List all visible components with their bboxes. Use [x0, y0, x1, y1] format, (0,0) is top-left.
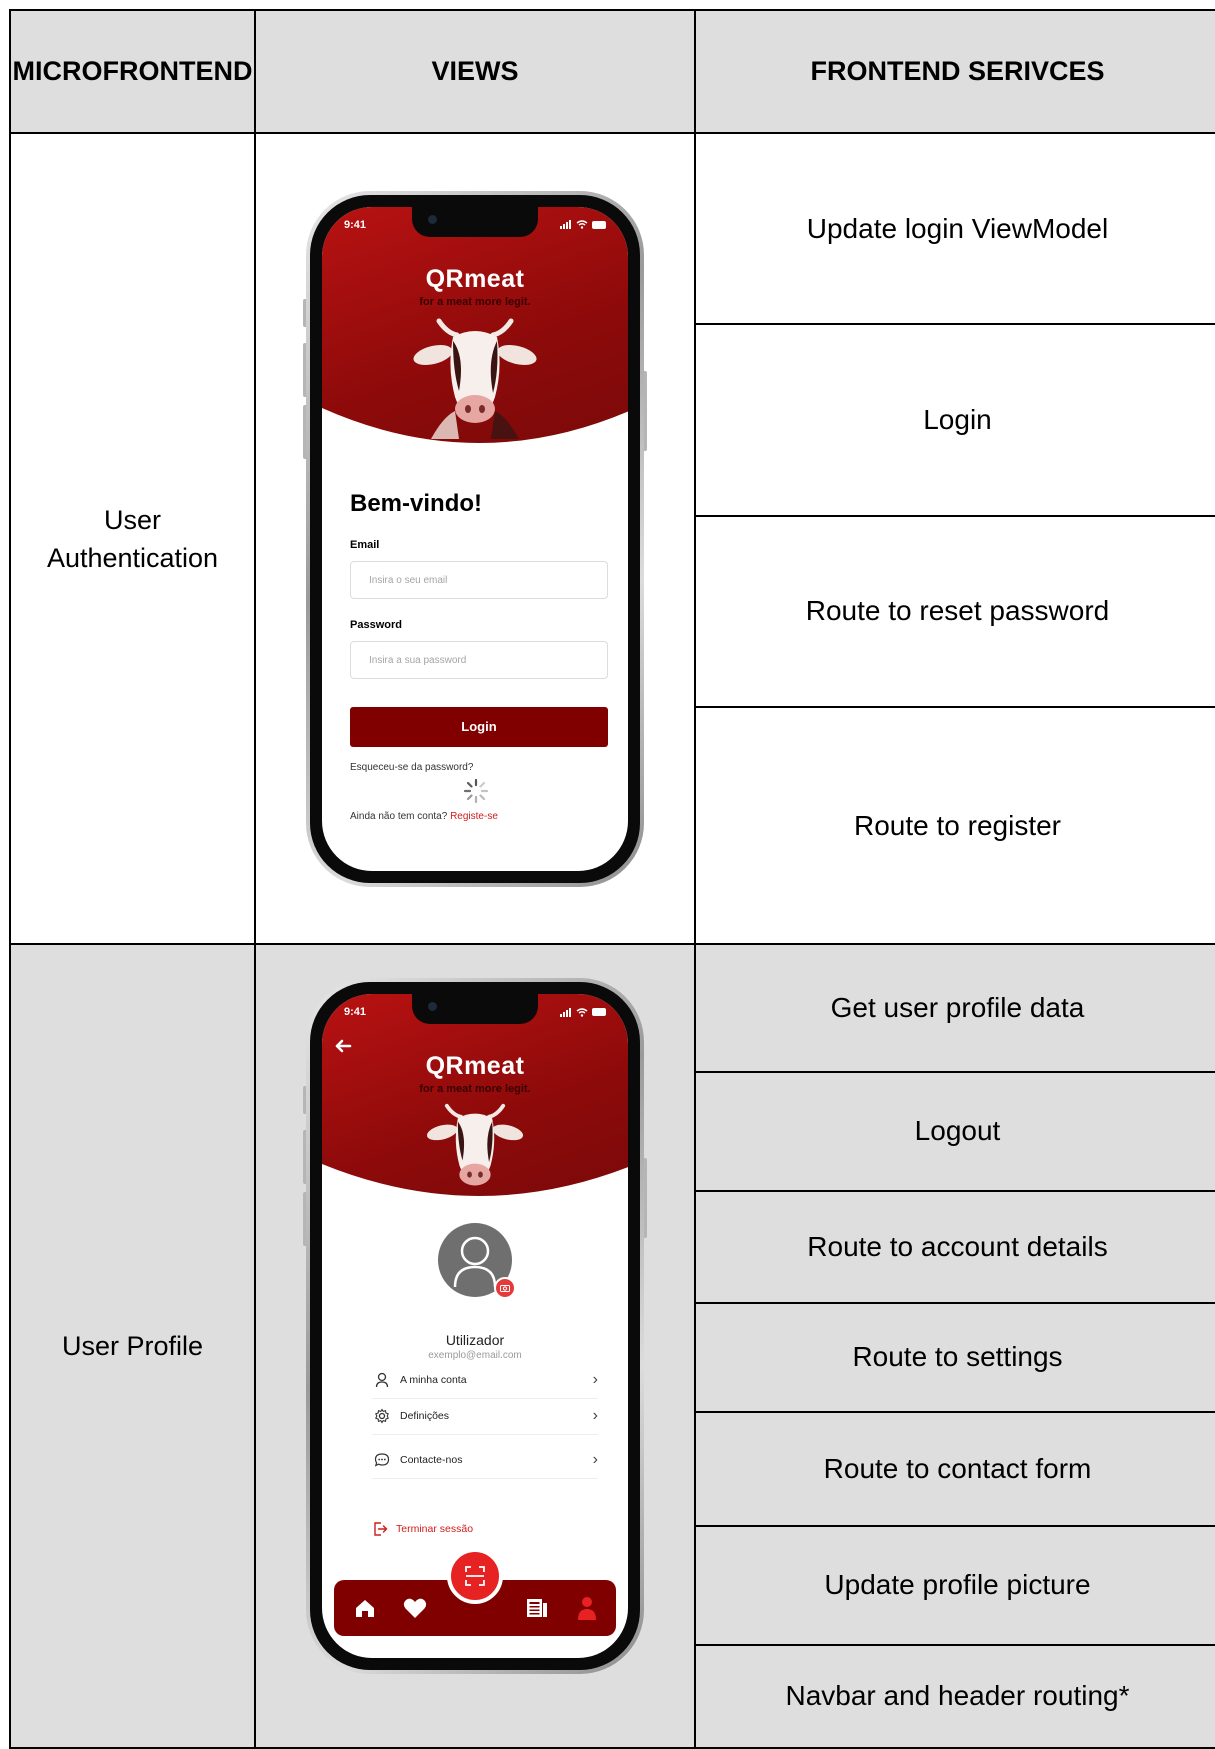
profile-screen: 9:41 QRmeat for a meat more legit. Utili…	[322, 994, 628, 1659]
scan-icon	[465, 1566, 485, 1587]
table-header-row: MICROFRONTEND VIEWS FRONTEND SERIVCES	[9, 8, 1215, 135]
signal-icon	[560, 1007, 571, 1017]
header-microfrontend: MICROFRONTEND	[9, 8, 256, 135]
menu-item-label: Contacte-nos	[400, 1454, 463, 1467]
register-link[interactable]: Registe-se	[450, 811, 498, 822]
hero-banner: QRmeat for a meat more legit.	[322, 994, 628, 1201]
menu-item-label: A minha conta	[400, 1374, 467, 1387]
view-cell: 9:41 QRmeat for a meat more legit. Utili…	[254, 943, 696, 1749]
no-account-text: Ainda não tem conta?	[350, 810, 448, 822]
hero-banner: QRmeat for a meat more legit.	[322, 206, 628, 448]
phone-mockup-login: 9:41 QRmeat for a meat more legit. Bem-v…	[303, 190, 647, 887]
view-cell: 9:41 QRmeat for a meat more legit. Bem-v…	[254, 132, 696, 946]
service-cell: Route to reset password	[694, 514, 1215, 708]
chevron-right-icon: ›	[592, 1407, 598, 1425]
document-page: MICROFRONTEND VIEWS FRONTEND SERIVCES Us…	[0, 0, 1215, 1749]
app-tagline: for a meat more legit.	[419, 1083, 531, 1096]
header-views: VIEWS	[254, 8, 696, 135]
app-logo: QRmeat	[425, 1052, 525, 1081]
heart-icon[interactable]	[402, 1595, 428, 1621]
wifi-icon	[576, 1007, 588, 1017]
phone-mockup-profile: 9:41 QRmeat for a meat more legit. Utili…	[303, 978, 647, 1675]
forgot-password-link[interactable]: Esqueceu-se da password?	[350, 762, 473, 773]
microfrontend-table: MICROFRONTEND VIEWS FRONTEND SERIVCES Us…	[9, 8, 1215, 1749]
user-name: Utilizador	[445, 1332, 505, 1349]
email-label: Email	[350, 538, 380, 551]
avatar[interactable]	[438, 1223, 516, 1300]
chat-icon	[372, 1450, 392, 1470]
logout-label: Terminar sessão	[396, 1523, 474, 1536]
chevron-right-icon: ›	[592, 1451, 598, 1469]
menu-item-account[interactable]: A minha conta ›	[372, 1362, 598, 1400]
service-cell: Route to settings	[694, 1301, 1215, 1413]
battery-icon	[592, 1008, 606, 1017]
microfrontend-cell: User Authentication	[9, 132, 256, 946]
loading-spinner-icon	[463, 778, 489, 803]
wifi-icon	[576, 220, 588, 229]
service-cell: Update profile picture	[694, 1524, 1215, 1646]
service-cell: Navbar and header routing*	[694, 1643, 1215, 1749]
status-bar: 9:41	[344, 219, 608, 231]
service-cell: Route to account details	[694, 1189, 1215, 1304]
back-arrow-icon[interactable]	[334, 1039, 352, 1053]
app-logo: QRmeat	[425, 264, 525, 293]
menu-item-settings[interactable]: Definições ›	[372, 1398, 598, 1436]
logout-icon	[374, 1522, 388, 1536]
microfrontend-cell: User Profile	[9, 943, 256, 1749]
service-cell: Route to register	[694, 705, 1215, 946]
status-time: 9:41	[344, 218, 367, 231]
menu-item-contact[interactable]: Contacte-nos ›	[372, 1442, 598, 1480]
cow-illustration-icon	[426, 1104, 524, 1186]
app-tagline: for a meat more legit.	[419, 295, 531, 308]
service-cell: Get user profile data	[694, 943, 1215, 1073]
scan-qr-button[interactable]	[447, 1548, 503, 1605]
service-cell: Logout	[694, 1070, 1215, 1192]
login-button[interactable]: Login	[350, 706, 608, 747]
service-cell: Update login ViewModel	[694, 132, 1215, 326]
logout-button[interactable]: Terminar sessão	[372, 1521, 473, 1537]
service-cell: Login	[694, 323, 1215, 517]
microfrontend-name: User Authentication	[46, 504, 219, 573]
camera-icon	[500, 1285, 510, 1293]
cow-illustration-icon	[413, 318, 537, 439]
header-frontend-services: FRONTEND SERIVCES	[694, 8, 1215, 135]
user-silhouette-icon	[453, 1236, 497, 1288]
service-cell: Route to contact form	[694, 1410, 1215, 1527]
status-time: 9:41	[344, 1006, 367, 1019]
password-label: Password	[350, 618, 402, 631]
change-photo-button[interactable]	[494, 1277, 516, 1300]
gear-icon	[372, 1406, 392, 1426]
email-input[interactable]: Insira o seu email	[350, 560, 608, 599]
status-bar: 9:41	[344, 1006, 608, 1018]
login-screen: 9:41 QRmeat for a meat more legit. Bem-v…	[322, 206, 628, 871]
signal-icon	[560, 220, 571, 230]
table-row: User Profile 9:41 QRmeat for a meat more…	[9, 943, 1215, 1749]
user-email: exemplo@email.com	[428, 1350, 522, 1362]
news-icon[interactable]	[524, 1595, 550, 1621]
menu-item-label: Definições	[400, 1410, 450, 1423]
welcome-heading: Bem-vindo!	[350, 489, 482, 517]
user-icon	[372, 1370, 392, 1390]
chevron-right-icon: ›	[592, 1371, 598, 1389]
person-icon[interactable]	[574, 1595, 600, 1621]
battery-icon	[592, 220, 606, 229]
home-icon[interactable]	[352, 1595, 378, 1621]
table-row: User Authentication 9:41 QRmeat for a me…	[9, 132, 1215, 946]
password-input[interactable]: Insira a sua password	[350, 640, 608, 679]
register-prompt: Ainda não tem conta? Registe-se	[350, 811, 498, 822]
